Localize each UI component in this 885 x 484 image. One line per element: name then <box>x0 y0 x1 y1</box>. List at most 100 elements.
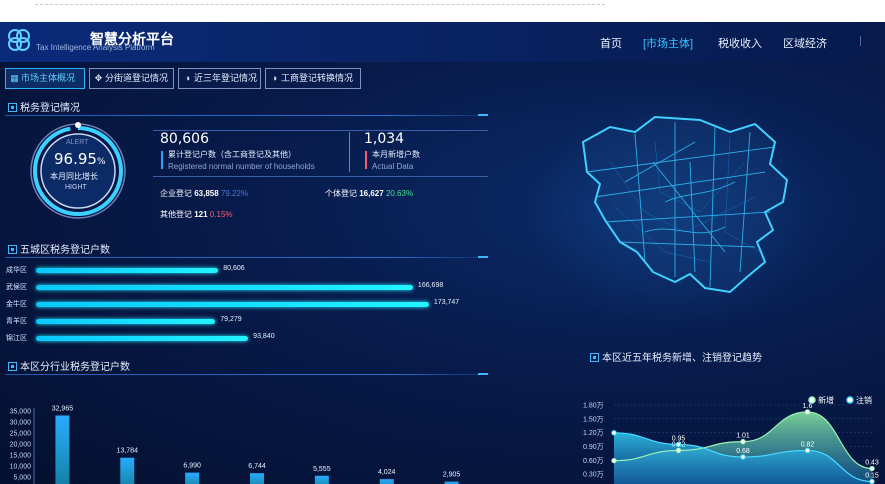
district-bar <box>36 336 249 341</box>
enterprise-registration: 企业登记 63,858 79.22% <box>160 189 249 198</box>
industry-value-label: 32,965 <box>52 405 74 412</box>
other-registration: 其他登记 121 0.15% <box>160 210 233 219</box>
data-label: 0.15 <box>865 473 879 480</box>
data-point <box>740 438 746 445</box>
industry-value-label: 2,905 <box>443 472 461 479</box>
district-bar <box>36 302 429 307</box>
tab-business-conversion[interactable]: ◑ 工商登记转换情况 <box>265 68 361 89</box>
gauge-percent: 96.95% <box>54 150 106 168</box>
industry-bar <box>314 475 329 484</box>
data-label: 0.95 <box>672 435 686 442</box>
data-point <box>869 478 875 484</box>
new-this-month-label-en: Actual Data <box>372 162 414 171</box>
header: 智慧分析平台 Tax Intelligence Analysis Platfor… <box>0 22 885 62</box>
data-point <box>740 454 746 460</box>
tab-label: 近三年登记情况 <box>194 73 258 83</box>
district-bar <box>36 268 219 273</box>
section-marker-icon <box>8 103 17 112</box>
gauge-hight-label: HIGHT <box>65 184 87 191</box>
district-value-label: 79,279 <box>220 316 242 323</box>
total-registered-label-en: Registered normal number of households <box>168 162 315 171</box>
section-marker-icon <box>8 245 17 254</box>
section-marker-icon <box>8 362 17 371</box>
section-rule-end <box>478 256 488 258</box>
move-icon: ✥ <box>94 73 103 83</box>
industry-bar <box>379 479 394 484</box>
y-tick-label: 15,000 <box>10 453 32 460</box>
district-bar <box>36 285 413 290</box>
section-title-trend: 本区近五年税务新增、注销登记趋势 <box>590 349 762 364</box>
y-tick-label: 10,000 <box>10 464 32 471</box>
legend-marker <box>808 396 816 404</box>
y-tick-label: 1.50万 <box>583 415 604 423</box>
nav-regional-economy[interactable]: 区域经济 <box>783 35 827 51</box>
y-tick-label: 0.60万 <box>583 457 604 465</box>
legend-marker <box>846 396 854 404</box>
grid-icon: ▦ <box>10 73 19 83</box>
pie-icon: ◑ <box>184 73 191 83</box>
data-point <box>611 430 617 436</box>
section-title-five-districts: 五城区税务登记户数 <box>8 241 110 256</box>
district-label: 金牛区 <box>6 301 27 308</box>
data-point <box>804 447 811 454</box>
tab-label: 市场主体概况 <box>21 73 76 83</box>
new-this-month-value: 1,034 <box>364 131 405 147</box>
data-point <box>675 441 682 448</box>
industry-bar <box>55 415 70 484</box>
industry-value-label: 6,744 <box>248 463 266 470</box>
industry-value-label: 4,024 <box>378 469 396 476</box>
industry-bar <box>250 473 264 484</box>
nav-tax-revenue[interactable]: 税收收入 <box>718 35 762 51</box>
data-label: 1.01 <box>736 433 750 440</box>
district-label: 锦江区 <box>6 335 27 342</box>
individual-registration: 个体登记 16,627 20.63% <box>325 189 414 198</box>
data-label: 0.43 <box>865 460 879 467</box>
industry-bar <box>120 457 135 484</box>
y-tick-label: 1.20万 <box>583 429 604 437</box>
summary-divider <box>349 132 350 172</box>
data-label: 1.6 <box>803 403 813 410</box>
section-rule <box>5 257 488 258</box>
new-this-month-label: 本月新增户数 <box>372 150 420 159</box>
y-tick-label: 5,000 <box>13 475 31 482</box>
data-point <box>675 447 682 454</box>
section-marker-icon <box>590 353 599 362</box>
data-label: 0.82 <box>801 441 815 448</box>
section-title-industry: 本区分行业税务登记户数 <box>8 358 130 373</box>
tab-market-overview[interactable]: ▦ 市场主体概况 <box>5 68 85 89</box>
district-value-label: 80,606 <box>223 265 245 272</box>
app-subtitle: Tax Intelligence Analysis Platform <box>36 43 155 52</box>
section-rule-end <box>478 114 488 116</box>
y-tick-label: 0.90万 <box>583 443 604 451</box>
data-point <box>611 457 617 464</box>
tab-three-year[interactable]: ◑ 近三年登记情况 <box>178 68 261 89</box>
district-bar <box>36 319 216 324</box>
data-point <box>804 409 811 415</box>
district-value-label: 93,840 <box>253 333 275 340</box>
pie-icon: ◑ <box>271 73 278 83</box>
new-marker <box>365 151 367 169</box>
gauge-alert-label: ALERT <box>66 139 89 146</box>
y-tick-label: 35,000 <box>10 409 32 416</box>
y-tick-label: 20,000 <box>10 442 32 449</box>
district-label: 武侯区 <box>6 284 27 291</box>
nav-market-entity[interactable]: [市场主体] <box>643 35 693 51</box>
district-map <box>525 102 825 327</box>
y-tick-label: 30,000 <box>10 420 32 427</box>
section-title-tax-registration: 税务登记情况 <box>8 99 80 114</box>
industry-value-label: 13,784 <box>117 448 139 455</box>
y-tick-label: 0.30万 <box>583 471 604 479</box>
nav-home[interactable]: 首页 <box>600 35 622 51</box>
legend-label: 新增 <box>818 395 834 405</box>
section-rule-end <box>478 373 488 375</box>
section-rule <box>5 374 488 375</box>
district-value-label: 166,698 <box>417 282 444 289</box>
data-point <box>869 465 875 472</box>
total-marker <box>161 151 163 169</box>
industry-bar-chart: 35,000 30,000 25,000 20,000 15,000 10,000 5,00… <box>10 405 461 484</box>
y-tick-label: 25,000 <box>10 431 32 438</box>
logo-icon <box>8 29 30 51</box>
data-label: 0.68 <box>736 448 750 455</box>
total-registered-label: 累计登记户数（含工商登记及其他） <box>168 150 296 159</box>
tab-street-registration[interactable]: ✥ 分街道登记情况 <box>89 68 174 89</box>
